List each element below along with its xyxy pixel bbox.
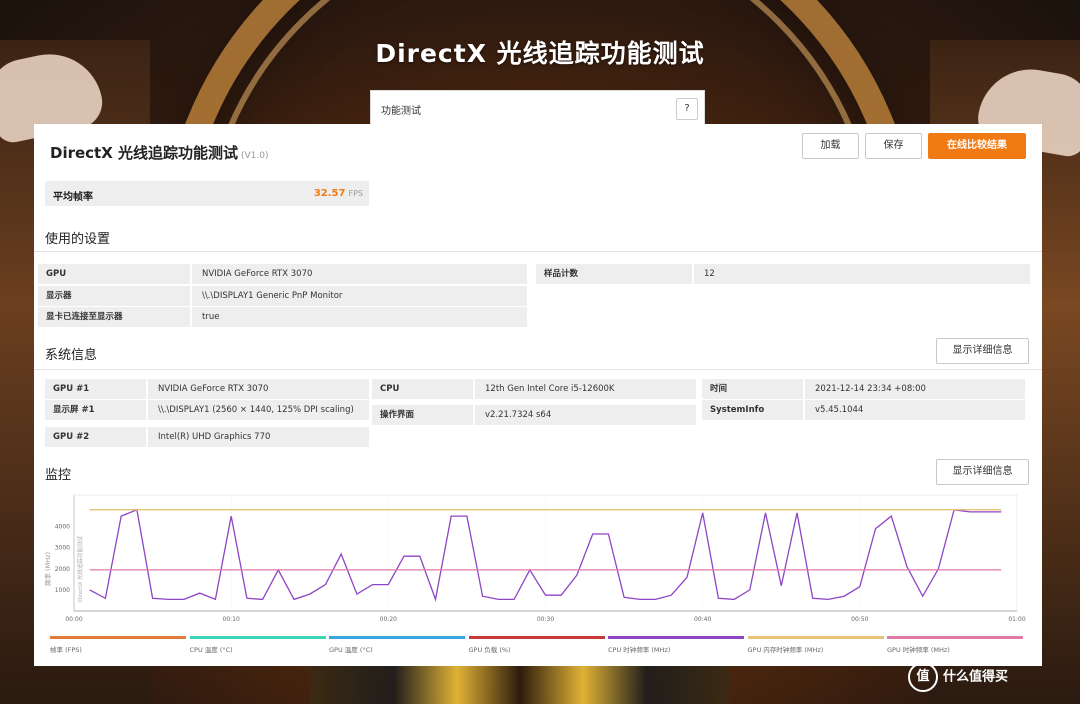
legend-item[interactable]: GPU 温度 (°C) (329, 636, 465, 656)
system-key: 操作界面 (372, 405, 473, 425)
system-value: 2021-12-14 23:34 +08:00 (805, 379, 1025, 399)
system-row-display1: 显示屏 #1 \\.\DISPLAY1 (2560 × 1440, 125% D… (45, 400, 369, 420)
settings-key: 显示器 (38, 286, 190, 306)
legend-item[interactable]: CPU 温度 (°C) (189, 636, 326, 656)
watermark: 值什么值得买 (908, 662, 1008, 692)
settings-value: \\.\DISPLAY1 Generic PnP Monitor (192, 286, 527, 306)
watermark-text: 什么值得买 (943, 669, 1009, 685)
system-value: 12th Gen Intel Core i5-12600K (475, 379, 696, 399)
average-fps-unit: FPS (348, 189, 363, 198)
legend-color-bar (608, 636, 744, 639)
system-row-time: 时间 2021-12-14 23:34 +08:00 (702, 379, 1025, 399)
watermark-logo-icon: 值 (908, 662, 938, 692)
y-tick-label: 3000 (55, 545, 70, 552)
system-key: GPU #2 (45, 427, 146, 447)
x-tick-label: 00:00 (65, 616, 82, 623)
page-title: DirectX 光线追踪功能测试 (375, 39, 705, 68)
compare-online-button[interactable]: 在线比较结果 (928, 133, 1026, 159)
x-tick-label: 00:10 (223, 616, 240, 623)
result-panel: DirectX 光线追踪功能测试 (V1.0) 加载 保存 在线比较结果 平均帧率… (34, 124, 1042, 666)
legend-label: 帧率 (FPS) (50, 646, 82, 654)
legend-item[interactable]: 帧率 (FPS) (50, 636, 186, 656)
divider (34, 369, 1042, 370)
y-tick-label: 4000 (55, 524, 70, 531)
legend-label: CPU 温度 (°C) (189, 646, 233, 654)
legend-label: GPU 内存时钟频率 (MHz) (747, 646, 824, 654)
legend-item[interactable]: GPU 时钟频率 (MHz) (887, 636, 1023, 656)
legend-item[interactable]: CPU 时钟频率 (MHz) (608, 636, 744, 656)
settings-value: 12 (694, 264, 1030, 284)
load-button[interactable]: 加载 (802, 133, 859, 159)
legend-item[interactable]: GPU 内存时钟频率 (MHz) (747, 636, 884, 656)
system-key: GPU #1 (45, 379, 146, 399)
average-fps-value: 32.57 FPS (314, 188, 363, 199)
monitor-chart: 1000200030004000 00:00 00:10 00:20 00:30 00:… (43, 494, 1026, 623)
settings-value: NVIDIA GeForce RTX 3070 (192, 264, 527, 284)
x-tick-label: 00:20 (380, 616, 397, 623)
legend-item[interactable]: GPU 负载 (%) (468, 636, 605, 656)
divider (34, 251, 1042, 252)
version-label: (V1.0) (241, 151, 269, 161)
settings-row-gpu: GPU NVIDIA GeForce RTX 3070 (38, 264, 527, 284)
legend-label: GPU 负载 (%) (468, 646, 511, 654)
monitor-section-title: 监控 (45, 468, 72, 483)
average-fps-box: 平均帧率 32.57 FPS (45, 181, 369, 206)
x-tick-label: 00:30 (537, 616, 554, 623)
chart-grid (73, 494, 1018, 612)
panel-title-text: DirectX 光线追踪功能测试 (50, 144, 239, 162)
system-key: 时间 (702, 379, 803, 399)
chart-x-ticks: 00:00 00:10 00:20 00:30 00:40 00:50 01:00 (65, 616, 1025, 623)
average-fps-label: 平均帧率 (53, 192, 93, 203)
system-value: \\.\DISPLAY1 (2560 × 1440, 125% DPI scal… (148, 400, 369, 420)
save-button[interactable]: 保存 (865, 133, 922, 159)
background-bottom-art (310, 666, 730, 704)
chart-y-label: 频率 (MHz) (43, 552, 52, 586)
system-value: v5.45.1044 (805, 400, 1025, 420)
settings-key: 显卡已连接至显示器 (38, 307, 190, 327)
panel-title: DirectX 光线追踪功能测试 (V1.0) (50, 142, 269, 163)
legend-color-bar (747, 636, 884, 639)
x-tick-label: 00:50 (851, 616, 868, 623)
chart-y-ticks: 1000 2000 3000 4000 (55, 524, 70, 594)
system-row-interface: 操作界面 v2.21.7324 s64 (372, 405, 696, 425)
system-value: Intel(R) UHD Graphics 770 (148, 427, 369, 447)
help-button[interactable]: ? (676, 98, 698, 120)
settings-value: true (192, 307, 527, 327)
monitor-details-button[interactable]: 显示详细信息 (936, 459, 1029, 485)
tab-label: 功能测试 (381, 106, 421, 117)
y-tick-label: 2000 (55, 566, 70, 573)
legend-color-bar (189, 636, 326, 639)
system-row-gpu2: GPU #2 Intel(R) UHD Graphics 770 (45, 427, 369, 447)
system-key: 显示屏 #1 (45, 400, 146, 420)
system-value: v2.21.7324 s64 (475, 405, 696, 425)
x-tick-label: 01:00 (1008, 616, 1025, 623)
system-key: SystemInfo (702, 400, 803, 420)
legend-color-bar (468, 636, 605, 639)
system-section-title: 系统信息 (45, 348, 98, 363)
chart-series-label: DirectX 光线追踪功能测试 (76, 536, 84, 602)
settings-row-sample-count: 样品计数 12 (536, 264, 1030, 284)
average-fps-number: 32.57 (313, 188, 346, 199)
legend-label: CPU 时钟频率 (MHz) (608, 646, 671, 654)
tab-feature-test[interactable]: 功能测试 ? (370, 90, 705, 126)
settings-key: 样品计数 (536, 264, 692, 284)
settings-section-title: 使用的设置 (45, 232, 111, 247)
y-tick-label: 1000 (55, 587, 70, 594)
legend-label: GPU 温度 (°C) (329, 646, 373, 654)
system-row-systeminfo: SystemInfo v5.45.1044 (702, 400, 1025, 420)
legend-color-bar (329, 636, 465, 639)
legend-label: GPU 时钟频率 (MHz) (887, 646, 950, 654)
settings-row-monitor: 显示器 \\.\DISPLAY1 Generic PnP Monitor (38, 286, 527, 306)
settings-row-connected: 显卡已连接至显示器 true (38, 307, 527, 327)
system-row-gpu1: GPU #1 NVIDIA GeForce RTX 3070 (45, 379, 369, 399)
legend-color-bar (887, 636, 1023, 639)
settings-key: GPU (38, 264, 190, 284)
system-value: NVIDIA GeForce RTX 3070 (148, 379, 369, 399)
legend-color-bar (50, 636, 186, 639)
system-details-button[interactable]: 显示详细信息 (936, 338, 1029, 364)
system-row-cpu: CPU 12th Gen Intel Core i5-12600K (372, 379, 696, 399)
x-tick-label: 00:40 (694, 616, 711, 623)
system-key: CPU (372, 379, 473, 399)
